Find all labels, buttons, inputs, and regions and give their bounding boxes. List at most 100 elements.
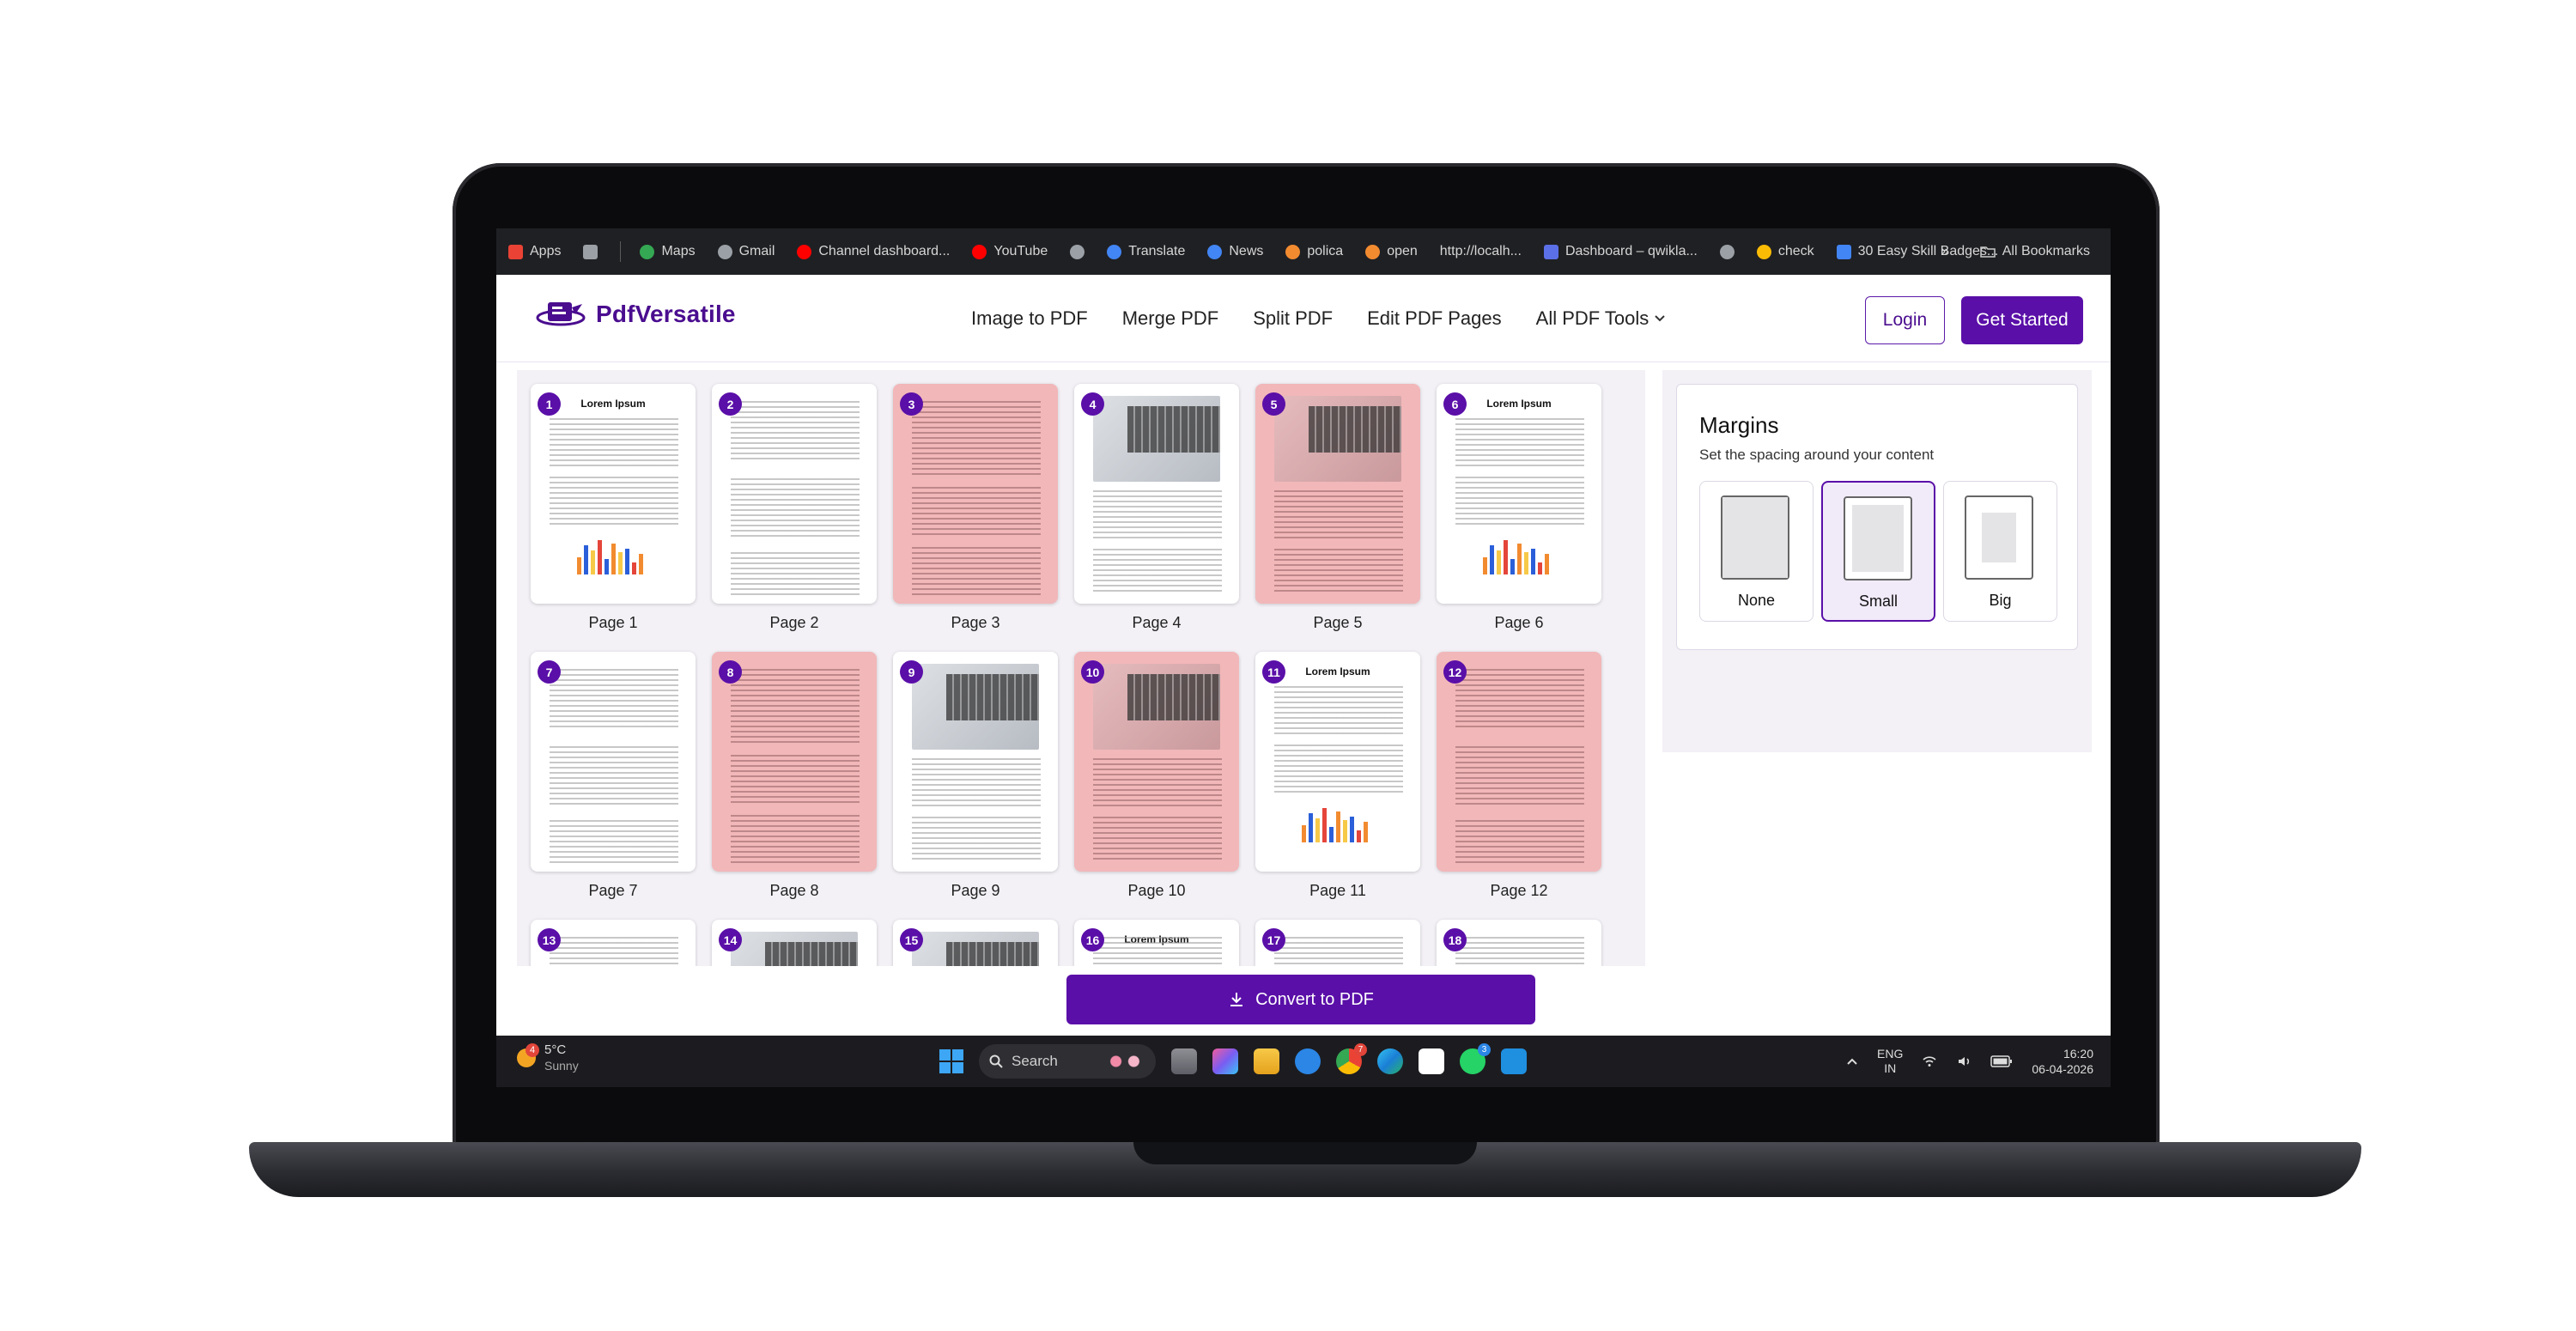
windows-start-icon[interactable] — [939, 1049, 963, 1073]
task-view-icon[interactable] — [1171, 1048, 1197, 1074]
file-explorer-icon[interactable] — [1254, 1048, 1279, 1074]
page-thumbnail[interactable]: 5 — [1255, 384, 1420, 604]
laptop-photo-image — [731, 932, 858, 966]
clock[interactable]: 16:20 06-04-2026 — [2032, 1046, 2093, 1077]
page-number-badge: 15 — [900, 928, 923, 951]
edge-icon[interactable] — [1377, 1048, 1403, 1074]
page-thumbnail[interactable]: 10 — [1074, 652, 1239, 872]
page-thumbnail[interactable]: 8 — [712, 652, 877, 872]
laptop-photo-image — [912, 664, 1039, 750]
page-text-block — [1093, 490, 1222, 542]
laptop-photo-image — [1093, 664, 1220, 750]
bookmark-item[interactable]: Channel dashboard... — [797, 244, 950, 259]
bookmark-item[interactable] — [1719, 244, 1735, 259]
page-thumbnail[interactable]: 18 — [1437, 920, 1601, 966]
page-text-block — [1455, 477, 1584, 528]
nav-split-pdf[interactable]: Split PDF — [1253, 307, 1333, 330]
margin-small-preview-icon — [1844, 496, 1912, 580]
page-thumbnail-cell: 7 Page 7 — [531, 652, 696, 899]
volume-icon[interactable] — [1956, 1054, 1971, 1069]
page-thumbnail[interactable]: 16Lorem Ipsum — [1074, 920, 1239, 966]
page-thumbnail[interactable]: 12 — [1437, 652, 1601, 872]
lang-top: ENG — [1877, 1047, 1904, 1061]
capcut-icon[interactable] — [1419, 1048, 1444, 1074]
page-grid-scroll-area[interactable]: 1 Lorem Ipsum Page 1 2 Page 2 3 Page 3 4 Page 45… — [517, 370, 1645, 966]
page-thumbnail[interactable]: 6 Lorem Ipsum — [1437, 384, 1601, 604]
page-label: Page 10 — [1127, 882, 1186, 899]
bookmark-item[interactable]: polica — [1285, 244, 1343, 259]
bookmark-item[interactable]: YouTube — [972, 244, 1048, 259]
page-text-block — [1274, 937, 1403, 966]
brand-logo[interactable]: PdfVersatile — [536, 299, 736, 330]
taskbar-search[interactable]: Search — [979, 1044, 1156, 1079]
page-thumbnail[interactable]: 7 — [531, 652, 696, 872]
page-thumbnail[interactable]: 2 — [712, 384, 877, 604]
get-started-button[interactable]: Get Started — [1961, 296, 2083, 344]
bookmark-item[interactable]: Dashboard – qwikla... — [1543, 244, 1698, 259]
page-text-block — [912, 487, 1041, 538]
login-button[interactable]: Login — [1865, 296, 1945, 344]
language-indicator[interactable]: ENG IN — [1877, 1047, 1903, 1076]
bookmark-item[interactable]: Gmail — [717, 244, 775, 259]
page-thumbnail[interactable]: 11 Lorem Ipsum — [1255, 652, 1420, 872]
page-thumbnail-cell: 11 Lorem Ipsum Page 11 — [1255, 652, 1420, 899]
bookmark-item[interactable]: http://localh... — [1440, 244, 1522, 259]
chevron-up-icon[interactable] — [1846, 1057, 1858, 1066]
vscode-icon[interactable] — [1501, 1048, 1527, 1074]
whatsapp-icon[interactable]: 3 — [1460, 1043, 1491, 1074]
bookmark-item[interactable]: News — [1207, 244, 1263, 259]
bookmarks-overflow-button[interactable]: » — [1941, 244, 1949, 259]
page-number-badge: 7 — [538, 660, 561, 684]
margin-option-none[interactable]: None — [1699, 481, 1814, 622]
bookmark-item[interactable] — [583, 244, 598, 259]
convert-to-pdf-button[interactable]: Convert to PDF — [1066, 975, 1535, 1024]
page-number-badge: 4 — [1081, 392, 1104, 416]
globe-icon — [717, 244, 732, 259]
page-text-block — [1455, 820, 1584, 863]
brand-name: PdfVersatile — [596, 301, 736, 327]
weather-widget[interactable]: 4 5°C Sunny — [517, 1042, 579, 1073]
nav-image-to-pdf[interactable]: Image to PDF — [971, 307, 1088, 330]
download-icon — [1230, 993, 1243, 1006]
chrome-icon[interactable]: 7 — [1336, 1043, 1367, 1074]
laptop-photo-image — [1274, 396, 1401, 482]
all-bookmarks-label: All Bookmarks — [2002, 244, 2090, 258]
page-text-block — [550, 477, 678, 528]
bookmark-item[interactable]: Maps — [640, 244, 696, 259]
bookmark-label: Dashboard – qwikla... — [1564, 244, 1698, 258]
all-bookmarks-button[interactable]: All Bookmarks — [1980, 244, 2090, 259]
margins-title: Margins — [1699, 412, 1779, 438]
docker-icon[interactable] — [1295, 1048, 1321, 1074]
nav-edit-pdf-pages[interactable]: Edit PDF Pages — [1367, 307, 1502, 330]
bookmark-item[interactable] — [1070, 244, 1085, 259]
margin-option-big[interactable]: Big — [1943, 481, 2057, 622]
bookmark-item[interactable]: Translate — [1107, 244, 1185, 259]
copilot-icon[interactable] — [1212, 1048, 1238, 1074]
bookmark-label: Maps — [661, 244, 696, 258]
page-label: Page 12 — [1490, 882, 1548, 899]
margin-option-small[interactable]: Small — [1821, 481, 1935, 622]
nav-merge-pdf[interactable]: Merge PDF — [1122, 307, 1218, 330]
bookmark-item[interactable]: open — [1365, 244, 1418, 259]
page-thumbnail[interactable]: 17 — [1255, 920, 1420, 966]
page-thumbnail[interactable]: 4 — [1074, 384, 1239, 604]
settings-sidebar: Margins Set the spacing around your cont… — [1662, 370, 2092, 752]
battery-icon[interactable] — [1990, 1055, 2013, 1067]
margin-option-label: None — [1737, 592, 1776, 609]
page-text-block — [1093, 817, 1222, 860]
bar-chart-image — [1483, 537, 1552, 574]
desktop-scene: Apps Maps Gmail Channel dashboard... YouTube… — [0, 0, 2576, 1331]
bookmark-item[interactable]: Apps — [508, 244, 561, 259]
page-number-badge: 10 — [1081, 660, 1104, 684]
weather-text: 5°C Sunny — [544, 1042, 579, 1073]
wifi-icon[interactable] — [1922, 1054, 1937, 1069]
page-thumbnail[interactable]: 13 — [531, 920, 696, 966]
nav-all-pdf-tools[interactable]: All PDF Tools — [1536, 307, 1667, 330]
page-text-block — [731, 815, 860, 863]
page-thumbnail[interactable]: 14 — [712, 920, 877, 966]
page-thumbnail[interactable]: 3 — [893, 384, 1058, 604]
page-thumbnail[interactable]: 15 — [893, 920, 1058, 966]
bookmark-item[interactable]: check — [1756, 244, 1814, 259]
page-thumbnail[interactable]: 1 Lorem Ipsum — [531, 384, 696, 604]
page-thumbnail[interactable]: 9 — [893, 652, 1058, 872]
